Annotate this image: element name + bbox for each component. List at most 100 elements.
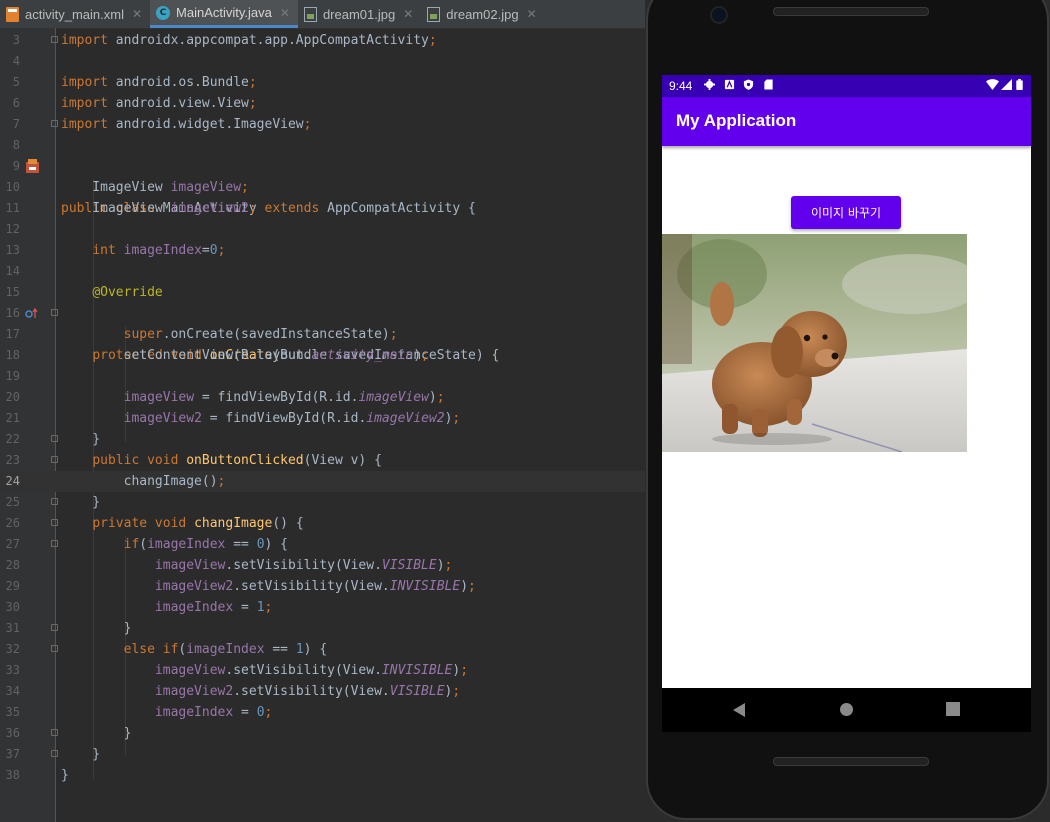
tab-dream02-jpg[interactable]: dream02.jpg ✕ [421,0,544,28]
line-number: 10 [5,180,20,194]
close-icon[interactable]: ✕ [527,7,537,21]
close-icon[interactable]: ✕ [132,7,142,21]
code-line[interactable]: 26 private void changImage() { [0,513,645,534]
code-line[interactable]: 27 if(imageIndex == 0) { [0,534,645,555]
line-number: 27 [5,537,20,551]
line-number: 28 [5,558,20,572]
line-number: 12 [5,222,20,236]
line-number: 29 [5,579,20,593]
code-line[interactable]: 17 super.onCreate(savedInstanceState); [0,324,645,345]
line-number: 21 [5,411,20,425]
code-line[interactable]: 32 else if(imageIndex == 1) { [0,639,645,660]
line-number: 34 [5,684,20,698]
code-line[interactable]: 28 imageView.setVisibility(View.VISIBLE)… [0,555,645,576]
close-icon[interactable]: ✕ [403,7,413,21]
code-text: super.onCreate(savedInstanceState); [123,327,398,342]
code-line[interactable]: 35 imageIndex = 0; [0,702,645,723]
home-icon[interactable] [839,702,854,717]
fold-marker-icon[interactable] [51,750,58,757]
code-line[interactable]: 15 @Override [0,282,645,303]
code-text: int imageIndex=0; [92,243,226,258]
bottom-speaker [773,757,929,766]
fold-marker-icon[interactable] [51,624,58,631]
recents-icon[interactable] [946,702,960,716]
editor-tab-bar: activity_main.xml ✕ C MainActivity.java … [0,0,657,29]
tab-activity-main-xml[interactable]: activity_main.xml ✕ [0,0,150,28]
a-notification-icon [724,79,735,90]
fold-marker-icon[interactable] [51,729,58,736]
code-line[interactable]: 11 ImageView imageView2; [0,198,645,219]
fold-marker-icon[interactable] [51,540,58,547]
code-line[interactable]: 9 public class MainActivity extends AppC… [0,156,645,216]
code-line[interactable]: 16 protected void onCreate(Bundle savedI… [0,303,645,363]
line-number: 36 [5,726,20,740]
change-image-button[interactable]: 이미지 바꾸기 [791,196,901,229]
code-line[interactable]: 21 imageView2 = findViewById(R.id.imageV… [0,408,645,429]
code-line[interactable]: 12 [0,219,645,240]
code-line[interactable]: 14 [0,261,645,282]
android-activity-icon[interactable] [25,159,40,174]
code-text: } [61,432,101,447]
line-number: 8 [12,138,20,152]
code-line[interactable]: 10 ImageView imageView; [0,177,645,198]
fold-marker-icon[interactable] [51,120,58,127]
code-line[interactable]: 31 } [0,618,645,639]
code-line[interactable]: 7 import android.widget.ImageView; [0,114,645,135]
line-number: 5 [12,75,20,89]
code-line[interactable]: 3 import androidx.appcompat.app.AppCompat… [0,30,645,51]
code-line[interactable]: 23 public void onButtonClicked(View v) { [0,450,645,471]
code-line[interactable]: 18 setContentView(R.layout.activity_main… [0,345,645,366]
code-line[interactable]: 6 import android.view.View; [0,93,645,114]
line-number: 7 [12,117,20,131]
line-number: 37 [5,747,20,761]
code-line[interactable]: 36 } [0,723,645,744]
battery-icon [1016,79,1023,90]
line-number: 6 [12,96,20,110]
code-line[interactable]: 8 [0,135,645,156]
line-number: 26 [5,516,20,530]
code-line[interactable]: 33 imageView.setVisibility(View.INVISIBL… [0,660,645,681]
fold-marker-icon[interactable] [51,309,58,316]
code-text: imageView2.setVisibility(View.INVISIBLE)… [154,579,476,594]
fold-marker-icon[interactable] [51,456,58,463]
fold-marker-icon[interactable] [51,435,58,442]
code-line[interactable]: 37 } [0,744,645,765]
line-number: 13 [5,243,20,257]
line-number: 15 [5,285,20,299]
line-number: 23 [5,453,20,467]
code-area[interactable]: 3 import androidx.appcompat.app.AppCompat… [0,30,645,786]
line-number: 33 [5,663,20,677]
fold-marker-icon[interactable] [51,36,58,43]
line-number: 16 [5,306,20,320]
app-title: My Application [676,111,797,130]
tab-dream01-jpg[interactable]: dream01.jpg ✕ [298,0,421,28]
code-line[interactable]: 22 } [0,429,645,450]
code-text: @Override [92,285,163,300]
code-line[interactable]: 38} [0,765,645,786]
line-number: 38 [5,768,20,782]
close-icon[interactable]: ✕ [280,6,290,20]
code-line[interactable]: 20 imageView = findViewById(R.id.imageVi… [0,387,645,408]
code-line[interactable]: 19 [0,366,645,387]
override-icon[interactable] [25,308,39,320]
code-text: imageIndex = 1; [154,600,273,615]
fold-marker-icon[interactable] [51,645,58,652]
code-line[interactable]: 25 } [0,492,645,513]
xml-file-icon [6,6,19,22]
code-line[interactable]: 5 import android.os.Bundle; [0,72,645,93]
fold-marker-icon[interactable] [51,519,58,526]
line-number: 11 [5,201,20,215]
puppy-image-view [662,234,967,452]
code-line[interactable]: 30 imageIndex = 1; [0,597,645,618]
image-file-icon [427,6,441,22]
status-bar: 9:44 [662,75,1031,97]
code-line[interactable]: 4 [0,51,645,72]
fold-marker-icon[interactable] [51,498,58,505]
tab-main-activity-java[interactable]: C MainActivity.java ✕ [150,0,298,28]
back-icon[interactable] [732,702,746,718]
front-camera [710,6,728,24]
code-line-current[interactable]: 24 changImage(); [0,471,645,492]
code-line[interactable]: 29 imageView2.setVisibility(View.INVISIB… [0,576,645,597]
code-line[interactable]: 34 imageView2.setVisibility(View.VISIBLE… [0,681,645,702]
code-line[interactable]: 13 int imageIndex=0; [0,240,645,261]
